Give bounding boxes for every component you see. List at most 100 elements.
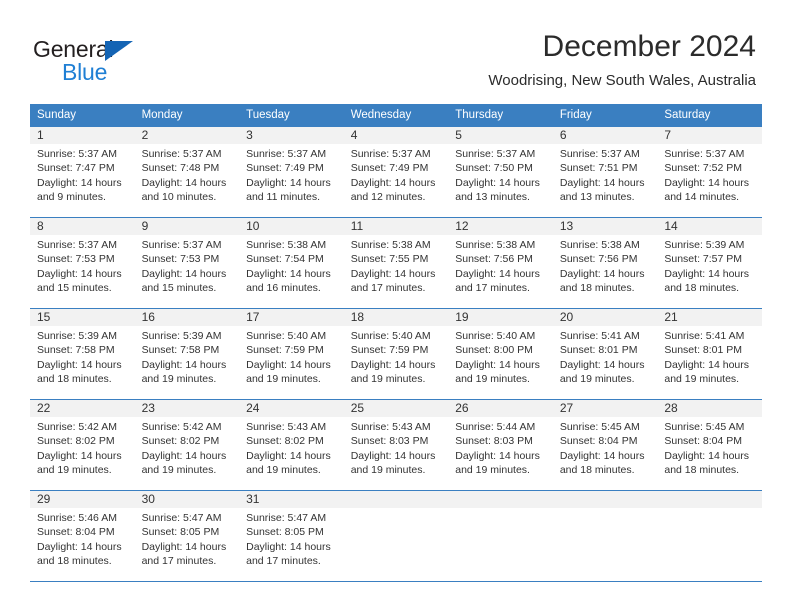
daylight-duration-line1: Daylight: 14 hours <box>664 176 750 189</box>
day-number <box>657 491 762 508</box>
sunset-time: Sunset: 7:55 PM <box>350 253 429 266</box>
day-details <box>344 508 449 511</box>
calendar-day-cell[interactable]: 7 Sunrise: 5:37 AM Sunset: 7:52 PM Daylight… <box>657 126 762 218</box>
daylight-duration-line1: Daylight: 14 hours <box>350 449 436 462</box>
sunrise-time: Sunrise: 5:38 AM <box>350 239 431 251</box>
daylight-duration-line2: and 17 minutes. <box>141 554 217 567</box>
day-details: Sunrise: 5:42 AM Sunset: 8:02 PM Daylight:… <box>135 417 240 477</box>
day-cell-content: 13 Sunrise: 5:38 AM Sunset: 7:56 PM Dayligh… <box>552 218 658 308</box>
calendar-day-cell[interactable]: 8 Sunrise: 5:37 AM Sunset: 7:53 PM Daylight… <box>30 217 135 309</box>
calendar-day-cell[interactable]: 20 Sunrise: 5:41 AM Sunset: 8:01 PM Dayligh… <box>552 308 658 400</box>
daylight-duration-line2: and 17 minutes. <box>350 281 426 294</box>
day-cell-content: 30 Sunrise: 5:47 AM Sunset: 8:05 PM Dayligh… <box>134 491 240 581</box>
sunset-time: Sunset: 7:56 PM <box>455 253 533 266</box>
daylight-duration-line2: and 11 minutes. <box>246 190 321 203</box>
day-cell-content: 3 Sunrise: 5:37 AM Sunset: 7:49 PM Daylight… <box>239 127 344 217</box>
calendar-day-cell[interactable]: 15 Sunrise: 5:39 AM Sunset: 7:58 PM Dayligh… <box>30 308 135 400</box>
daylight-duration-line1: Daylight: 14 hours <box>141 267 227 280</box>
sunset-time: Sunset: 7:50 PM <box>455 162 533 175</box>
day-details: Sunrise: 5:42 AM Sunset: 8:02 PM Daylight:… <box>30 417 135 477</box>
daylight-duration-line1: Daylight: 14 hours <box>559 176 645 189</box>
day-cell-content: 4 Sunrise: 5:37 AM Sunset: 7:49 PM Daylight… <box>343 127 449 217</box>
calendar-day-cell[interactable]: 26 Sunrise: 5:44 AM Sunset: 8:03 PM Dayligh… <box>448 399 553 491</box>
day-number: 4 <box>343 127 449 144</box>
calendar-day-cell[interactable]: 5 Sunrise: 5:37 AM Sunset: 7:50 PM Daylight… <box>448 126 553 218</box>
sunset-time: Sunset: 8:05 PM <box>141 526 220 539</box>
calendar-day-cell[interactable]: 14 Sunrise: 5:39 AM Sunset: 7:57 PM Dayligh… <box>657 217 762 309</box>
calendar-day-cell[interactable]: 12 Sunrise: 5:38 AM Sunset: 7:56 PM Dayligh… <box>448 217 553 309</box>
daylight-duration-line2: and 9 minutes. <box>37 190 106 203</box>
daylight-duration-line2: and 16 minutes. <box>246 281 321 294</box>
daylight-duration-line2: and 17 minutes. <box>455 281 530 294</box>
calendar-day-cell[interactable]: 19 Sunrise: 5:40 AM Sunset: 8:00 PM Dayligh… <box>448 308 553 400</box>
calendar-day-cell[interactable]: 4 Sunrise: 5:37 AM Sunset: 7:49 PM Daylight… <box>343 126 449 218</box>
sunrise-time: Sunrise: 5:40 AM <box>350 330 431 342</box>
sunset-time: Sunset: 7:52 PM <box>664 162 743 175</box>
daylight-duration-line1: Daylight: 14 hours <box>37 267 122 280</box>
day-cell-content: 10 Sunrise: 5:38 AM Sunset: 7:54 PM Dayligh… <box>239 218 344 308</box>
sunrise-time: Sunrise: 5:43 AM <box>350 421 431 433</box>
calendar-day-cell[interactable]: 17 Sunrise: 5:40 AM Sunset: 7:59 PM Dayligh… <box>239 308 344 400</box>
generalblue-logo[interactable]: General Blue <box>33 36 233 88</box>
calendar-day-cell[interactable]: 10 Sunrise: 5:38 AM Sunset: 7:54 PM Dayligh… <box>239 217 344 309</box>
daylight-duration-line2: and 19 minutes. <box>455 463 530 476</box>
calendar-day-cell[interactable]: 16 Sunrise: 5:39 AM Sunset: 7:58 PM Dayligh… <box>134 308 240 400</box>
sunset-time: Sunset: 8:05 PM <box>246 526 324 539</box>
sunrise-time: Sunrise: 5:45 AM <box>664 421 745 433</box>
calendar-day-cell[interactable]: 27 Sunrise: 5:45 AM Sunset: 8:04 PM Dayligh… <box>552 399 658 491</box>
sunset-time: Sunset: 8:04 PM <box>664 435 743 448</box>
calendar-day-cell[interactable]: 31 Sunrise: 5:47 AM Sunset: 8:05 PM Dayligh… <box>239 490 344 582</box>
calendar-day-cell[interactable]: 22 Sunrise: 5:42 AM Sunset: 8:02 PM Dayligh… <box>30 399 135 491</box>
daylight-duration-line1: Daylight: 14 hours <box>350 358 436 371</box>
day-number: 13 <box>552 218 658 235</box>
daylight-duration-line2: and 18 minutes. <box>664 463 740 476</box>
day-details: Sunrise: 5:37 AM Sunset: 7:51 PM Daylight:… <box>553 144 658 204</box>
calendar-day-cell[interactable]: 23 Sunrise: 5:42 AM Sunset: 8:02 PM Dayligh… <box>134 399 240 491</box>
day-details <box>657 508 762 511</box>
daylight-duration-line2: and 18 minutes. <box>37 372 112 385</box>
day-cell-content: 28 Sunrise: 5:45 AM Sunset: 8:04 PM Dayligh… <box>657 400 762 490</box>
page-title: December 2024 <box>542 30 756 63</box>
calendar-day-cell[interactable]: 3 Sunrise: 5:37 AM Sunset: 7:49 PM Daylight… <box>239 126 344 218</box>
column-header-wednesday: Wednesday <box>343 104 449 127</box>
calendar-day-cell[interactable]: 24 Sunrise: 5:43 AM Sunset: 8:02 PM Dayligh… <box>239 399 344 491</box>
daylight-duration-line2: and 15 minutes. <box>141 281 217 294</box>
day-details: Sunrise: 5:37 AM Sunset: 7:52 PM Daylight:… <box>657 144 762 204</box>
calendar-grid: Sunday Monday Tuesday Wednesday Thursday… <box>30 104 762 582</box>
daylight-duration-line1: Daylight: 14 hours <box>37 176 122 189</box>
day-number: 27 <box>552 400 658 417</box>
calendar-day-cell[interactable]: 30 Sunrise: 5:47 AM Sunset: 8:05 PM Dayligh… <box>134 490 240 582</box>
day-number: 9 <box>134 218 240 235</box>
day-cell-content: 18 Sunrise: 5:40 AM Sunset: 7:59 PM Dayligh… <box>343 309 449 399</box>
calendar-day-cell[interactable]: 25 Sunrise: 5:43 AM Sunset: 8:03 PM Dayligh… <box>343 399 449 491</box>
page-subtitle: Woodrising, New South Wales, Australia <box>488 72 756 89</box>
day-details: Sunrise: 5:44 AM Sunset: 8:03 PM Daylight:… <box>448 417 553 477</box>
calendar-day-cell[interactable]: 9 Sunrise: 5:37 AM Sunset: 7:53 PM Daylight… <box>134 217 240 309</box>
calendar-day-cell[interactable]: 11 Sunrise: 5:38 AM Sunset: 7:55 PM Dayligh… <box>343 217 449 309</box>
daylight-duration-line1: Daylight: 14 hours <box>664 449 750 462</box>
calendar-day-cell[interactable]: 2 Sunrise: 5:37 AM Sunset: 7:48 PM Daylight… <box>134 126 240 218</box>
daylight-duration-line2: and 18 minutes. <box>37 554 112 567</box>
day-number: 23 <box>134 400 240 417</box>
sunrise-time: Sunrise: 5:37 AM <box>37 148 117 160</box>
daylight-duration-line1: Daylight: 14 hours <box>455 449 540 462</box>
day-number: 26 <box>448 400 553 417</box>
calendar-day-cell[interactable]: 6 Sunrise: 5:37 AM Sunset: 7:51 PM Daylight… <box>552 126 658 218</box>
calendar-day-cell[interactable]: 1 Sunrise: 5:37 AM Sunset: 7:47 PM Daylight… <box>30 126 135 218</box>
daylight-duration-line1: Daylight: 14 hours <box>246 540 331 553</box>
daylight-duration-line2: and 19 minutes. <box>37 463 112 476</box>
sunrise-time: Sunrise: 5:38 AM <box>246 239 327 251</box>
day-details: Sunrise: 5:37 AM Sunset: 7:53 PM Daylight:… <box>30 235 135 295</box>
day-cell-content: 6 Sunrise: 5:37 AM Sunset: 7:51 PM Daylight… <box>552 127 658 217</box>
day-number: 29 <box>30 491 135 508</box>
calendar-day-cell[interactable]: 18 Sunrise: 5:40 AM Sunset: 7:59 PM Dayligh… <box>343 308 449 400</box>
daylight-duration-line1: Daylight: 14 hours <box>664 267 750 280</box>
calendar-day-cell[interactable]: 13 Sunrise: 5:38 AM Sunset: 7:56 PM Dayligh… <box>552 217 658 309</box>
day-cell-content: 20 Sunrise: 5:41 AM Sunset: 8:01 PM Dayligh… <box>552 309 658 399</box>
day-details: Sunrise: 5:37 AM Sunset: 7:47 PM Daylight:… <box>30 144 135 204</box>
calendar-day-cell[interactable]: 21 Sunrise: 5:41 AM Sunset: 8:01 PM Dayligh… <box>657 308 762 400</box>
calendar-day-cell[interactable]: 28 Sunrise: 5:45 AM Sunset: 8:04 PM Dayligh… <box>657 399 762 491</box>
calendar-day-cell[interactable]: 29 Sunrise: 5:46 AM Sunset: 8:04 PM Dayligh… <box>30 490 135 582</box>
day-number: 18 <box>343 309 449 326</box>
day-cell-content: 7 Sunrise: 5:37 AM Sunset: 7:52 PM Daylight… <box>657 127 762 217</box>
